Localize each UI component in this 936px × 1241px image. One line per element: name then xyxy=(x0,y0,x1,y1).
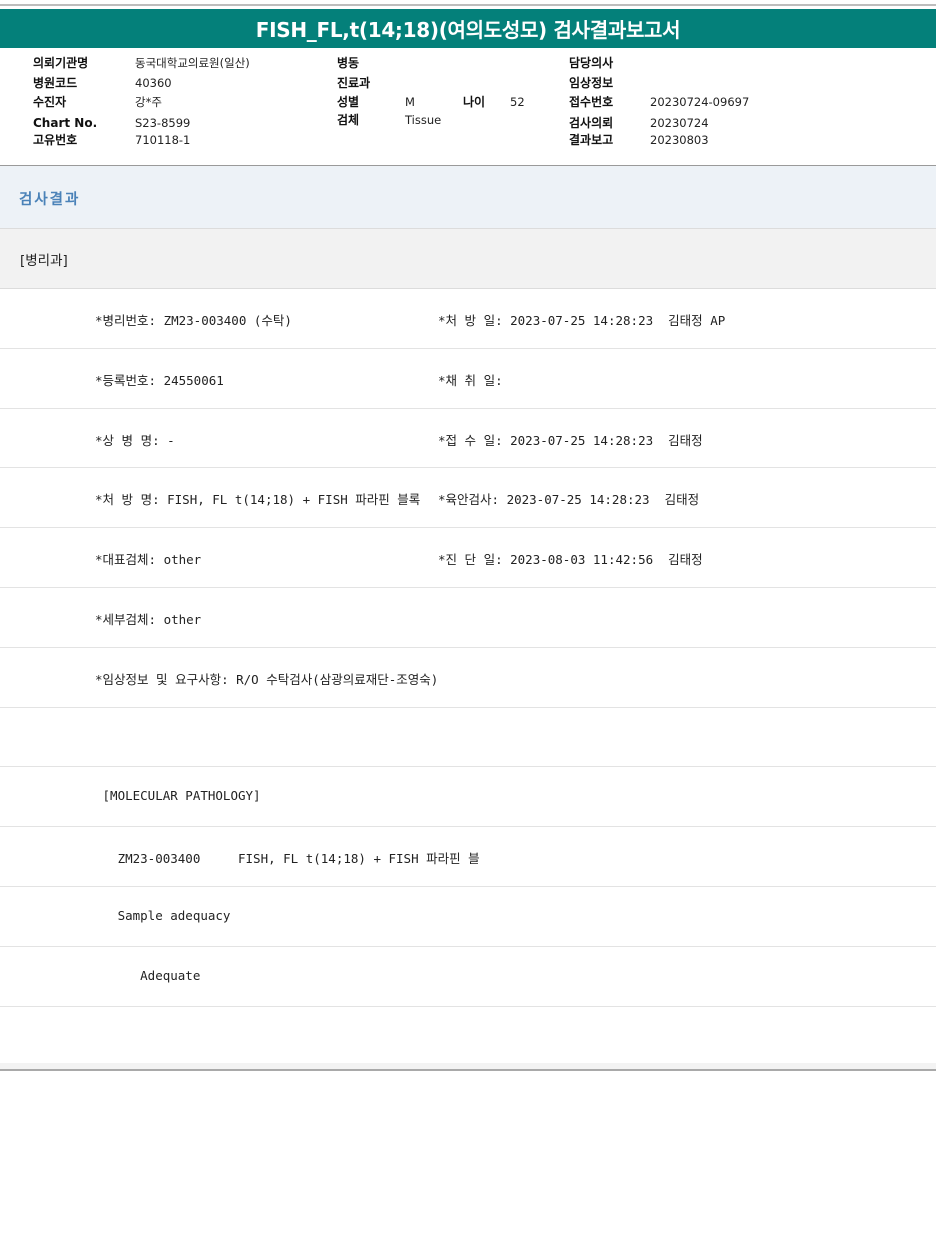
result-row: *대표검체: other *진 단 일: 2023-08-03 11:42:56… xyxy=(0,528,936,588)
label-receipt-no: 접수번호 xyxy=(569,95,614,109)
label-chart-no: Chart No. xyxy=(33,116,98,130)
value-age: 52 xyxy=(510,95,525,109)
result-right-text: *진 단 일: 2023-08-03 11:42:56 김태정 xyxy=(438,552,703,568)
value-receipt-no: 20230724-09697 xyxy=(650,95,750,109)
result-row: Sample adequacy xyxy=(0,887,936,947)
label-institution: 의뢰기관명 xyxy=(33,56,89,70)
value-patient: 강*주 xyxy=(135,95,162,109)
result-left-text: ZM23-003400 FISH, FL t(14;18) + FISH 파라핀… xyxy=(95,851,480,867)
value-report-date: 20230803 xyxy=(650,133,709,147)
department-header: [병리과] xyxy=(0,229,936,289)
department-label: [병리과] xyxy=(20,253,68,269)
result-row xyxy=(0,708,936,768)
result-left-text: Sample adequacy xyxy=(95,907,231,923)
result-row: ZM23-003400 FISH, FL t(14;18) + FISH 파라핀… xyxy=(0,827,936,887)
result-right-text: *접 수 일: 2023-07-25 14:28:23 김태정 xyxy=(438,432,703,448)
label-department: 진료과 xyxy=(337,76,371,90)
label-report-date: 결과보고 xyxy=(569,133,614,147)
result-left-text: *세부검체: other xyxy=(95,611,202,627)
result-left-text: *등록번호: 24550061 xyxy=(95,372,224,388)
label-unique-id: 고유번호 xyxy=(33,133,78,147)
report-title-bar: FISH_FL,t(14;18)(여의도성모) 검사결과보고서 xyxy=(0,9,936,48)
result-row: *병리번호: ZM23-003400 (수탁) *처 방 일: 2023-07-… xyxy=(0,289,936,349)
value-specimen: Tissue xyxy=(405,113,442,127)
top-border-line xyxy=(0,4,936,6)
result-row xyxy=(0,1007,936,1067)
result-row: Adequate xyxy=(0,947,936,1007)
result-row: *등록번호: 24550061 *채 취 일: xyxy=(0,349,936,409)
label-patient: 수진자 xyxy=(33,95,67,109)
result-right-text: *처 방 일: 2023-07-25 14:28:23 김태정 AP xyxy=(438,313,726,328)
value-chart-no: S23-8599 xyxy=(135,116,191,130)
value-institution: 동국대학교의료원(일산) xyxy=(135,56,250,70)
section-title: 검사결과 xyxy=(19,192,81,208)
value-request-date: 20230724 xyxy=(650,116,709,130)
bottom-border-line xyxy=(0,1069,936,1071)
label-clinical-info: 임상정보 xyxy=(569,76,614,90)
result-left-text: *상 병 명: - xyxy=(95,432,175,448)
label-specimen: 검체 xyxy=(337,113,360,127)
report-title: FISH_FL,t(14;18)(여의도성모) 검사결과보고서 xyxy=(255,18,681,42)
result-left-text: *병리번호: ZM23-003400 (수탁) xyxy=(95,313,292,328)
section-header: 검사결과 xyxy=(0,166,936,229)
label-ward: 병동 xyxy=(337,56,360,70)
label-sex: 성별 xyxy=(337,95,360,109)
label-hospital-code: 병원코드 xyxy=(33,76,78,90)
patient-info-panel: 의뢰기관명 동국대학교의료원(일산) 병원코드 40360 수진자 강*주 Ch… xyxy=(0,48,936,166)
result-left-text: Adequate xyxy=(95,967,201,983)
result-row: *세부검체: other xyxy=(0,588,936,648)
result-left-text: *처 방 명: FISH, FL t(14;18) + FISH 파라핀 블록 xyxy=(95,492,421,508)
value-hospital-code: 40360 xyxy=(135,76,172,90)
label-age: 나이 xyxy=(463,95,486,109)
result-row: *임상정보 및 요구사항: R/O 수탁검사(삼광의료재단-조영숙) xyxy=(0,648,936,708)
result-rows: *병리번호: ZM23-003400 (수탁) *처 방 일: 2023-07-… xyxy=(0,289,936,1066)
label-doctor: 담당의사 xyxy=(569,56,614,70)
result-row: [MOLECULAR PATHOLOGY] xyxy=(0,767,936,828)
value-sex: M xyxy=(405,95,415,109)
result-left-text: *대표검체: other xyxy=(95,552,202,568)
result-right-text: *채 취 일: xyxy=(438,372,503,388)
result-row: *상 병 명: - *접 수 일: 2023-07-25 14:28:23 김태… xyxy=(0,409,936,469)
result-left-text: [MOLECULAR PATHOLOGY] xyxy=(95,788,261,804)
result-left-text: *임상정보 및 요구사항: R/O 수탁검사(삼광의료재단-조영숙) xyxy=(95,671,439,687)
label-request-date: 검사의뢰 xyxy=(569,116,614,130)
value-unique-id: 710118-1 xyxy=(135,133,191,147)
result-right-text: *육안검사: 2023-07-25 14:28:23 김태정 xyxy=(438,492,700,508)
result-row: *처 방 명: FISH, FL t(14;18) + FISH 파라핀 블록 … xyxy=(0,468,936,529)
